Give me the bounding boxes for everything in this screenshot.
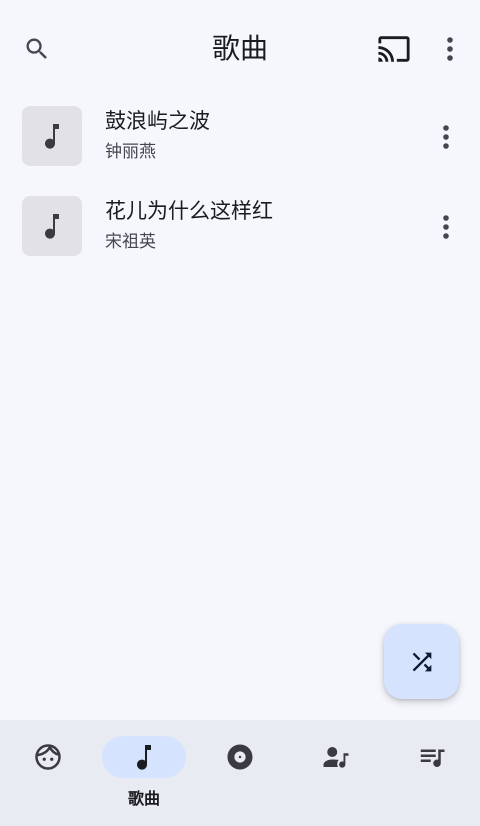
song-more-button[interactable] [428, 206, 464, 248]
nav-label-songs: 歌曲 [127, 789, 160, 808]
nav-item-albums[interactable] [192, 720, 288, 826]
top-app-bar: 歌曲 [0, 0, 480, 96]
playlist-icon [420, 749, 445, 767]
song-more-button[interactable] [428, 116, 464, 158]
music-note-icon [45, 124, 59, 149]
more-vert-icon [443, 215, 449, 239]
song-list-item[interactable]: 鼓浪屿之波 钟丽燕 [0, 92, 480, 182]
song-title: 花儿为什么这样红 [105, 199, 273, 223]
song-list-item[interactable]: 花儿为什么这样红 宋祖英 [0, 182, 480, 272]
more-vert-icon [447, 37, 453, 61]
more-vert-icon [443, 125, 449, 149]
song-thumbnail [22, 196, 82, 256]
album-icon [227, 744, 253, 770]
cast-icon [378, 36, 410, 62]
shuffle-icon [412, 652, 431, 671]
nav-item-songs[interactable]: 歌曲 [96, 720, 192, 826]
nav-item-playlists[interactable] [384, 720, 480, 826]
song-artist: 宋祖英 [105, 232, 156, 252]
song-thumbnail [22, 106, 82, 166]
song-list: 鼓浪屿之波 钟丽燕 花儿为什么这样红 宋祖英 [0, 92, 480, 272]
search-icon [26, 38, 47, 59]
music-note-icon [45, 214, 59, 239]
cast-button[interactable] [372, 28, 416, 70]
more-options-button[interactable] [432, 28, 468, 70]
song-artist: 钟丽燕 [105, 142, 156, 162]
nav-item-face[interactable] [0, 720, 96, 826]
music-note-icon [137, 745, 151, 770]
shuffle-fab[interactable] [384, 624, 459, 699]
artist-icon [323, 747, 349, 768]
search-button[interactable] [16, 28, 58, 70]
bottom-navigation: 歌曲 [0, 720, 480, 826]
face-icon [35, 744, 61, 770]
song-title: 鼓浪屿之波 [105, 109, 210, 133]
nav-item-artists[interactable] [288, 720, 384, 826]
